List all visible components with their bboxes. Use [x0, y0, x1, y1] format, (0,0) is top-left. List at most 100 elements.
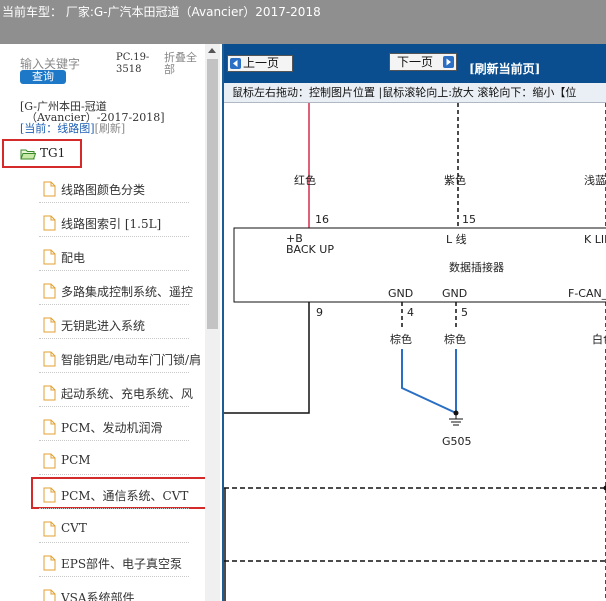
viewer-toolbar: 上一页 下一页 [刷新当前页]	[224, 44, 606, 83]
wiring-diagram[interactable]: 红色 紫色 浅蓝 16 15 +B BACK UP L 线 K LIN 数据插接…	[224, 103, 606, 601]
divider	[39, 406, 189, 407]
pin-5: 5	[461, 306, 468, 319]
prev-page-button[interactable]: 上一页	[227, 55, 293, 72]
divider	[39, 372, 189, 373]
search-row: 输入关键字 查询 PC.19-3518 折叠全部	[0, 44, 205, 94]
tree-item[interactable]: 无钥匙进入系统	[43, 315, 208, 335]
arrow-right-icon	[443, 56, 454, 68]
collapse-all-link[interactable]: 折叠全部	[164, 52, 204, 76]
tree-item-label: 无钥匙进入系统	[61, 319, 146, 333]
sidebar-scrollbar[interactable]	[205, 44, 220, 601]
vehicle-line-3: [当前：线路图][刷新]	[20, 123, 205, 134]
next-page-button[interactable]: 下一页	[389, 53, 457, 71]
tree-root-tg1[interactable]: TG1	[2, 139, 82, 168]
tree-item-selected[interactable]: PCM、通信系统、CVT	[43, 485, 208, 505]
tree-item-label: VSA系统部件	[61, 591, 135, 601]
divider	[39, 576, 189, 577]
tree-item[interactable]: VSA系统部件	[43, 587, 208, 601]
tree-root-label: TG1	[40, 146, 66, 160]
ground-label: G505	[442, 435, 472, 448]
tree-item-label: 配电	[61, 251, 86, 265]
divider	[39, 508, 189, 509]
refresh-link[interactable]: [刷新]	[95, 122, 126, 135]
tree-item-label: PCM、通信系统、CVT	[61, 489, 189, 503]
document-icon	[43, 385, 56, 401]
label-fcan: F-CAN_	[568, 287, 606, 300]
vehicle-title: 当前车型： 厂家:G-广汽本田冠道（Avancier）2017-2018	[2, 5, 321, 19]
refresh-page-link[interactable]: [刷新当前页]	[469, 60, 540, 77]
pin-16: 16	[315, 213, 329, 226]
wire-color-white: 白色	[592, 332, 606, 346]
label-l-line: L 线	[446, 232, 467, 246]
document-icon	[43, 215, 56, 231]
scroll-up-arrow-icon[interactable]	[208, 48, 216, 53]
tree-item[interactable]: PCM	[43, 451, 208, 471]
document-icon	[43, 351, 56, 367]
tree-item-label: 智能钥匙/电动车门门锁/肩	[61, 353, 202, 367]
label-backup: BACK UP	[286, 243, 334, 256]
pc-code: PC.19-3518	[116, 52, 150, 75]
pin-15: 15	[462, 213, 476, 226]
wire-color-purple: 紫色	[444, 173, 466, 187]
tree-item[interactable]: 线路图索引 [1.5L]	[43, 213, 208, 233]
document-icon	[43, 249, 56, 265]
scrollbar-thumb[interactable]	[207, 59, 218, 329]
pin-4: 4	[407, 306, 414, 319]
pin-9: 9	[316, 306, 323, 319]
wire-color-red: 红色	[294, 173, 316, 187]
tree-item-label: 线路图索引 [1.5L]	[61, 217, 162, 231]
wire-color-brown-1: 棕色	[390, 332, 412, 346]
document-icon	[43, 589, 56, 601]
divider	[39, 440, 189, 441]
sidebar: 输入关键字 查询 PC.19-3518 折叠全部 [G-广州本田-冠道 （Ava…	[0, 44, 222, 601]
divider	[39, 474, 189, 475]
label-gnd-1: GND	[388, 287, 413, 300]
label-gnd-2: GND	[442, 287, 467, 300]
tree-item-label: 线路图颜色分类	[61, 183, 146, 197]
document-icon	[43, 521, 56, 537]
diagram-viewer: 上一页 下一页 [刷新当前页] 鼠标左右拖动：控制图片位置 |鼠标滚轮向上:放大…	[222, 44, 606, 601]
tree-item-label: EPS部件、电子真空泵	[61, 557, 183, 571]
arrow-left-icon	[230, 58, 241, 69]
folder-open-icon	[20, 149, 36, 160]
divider	[39, 236, 189, 237]
divider	[39, 270, 189, 271]
usage-hint: 鼠标左右拖动：控制图片位置 |鼠标滚轮向上:放大 滚轮向下：缩小【位	[224, 83, 606, 103]
tree-item[interactable]: 线路图颜色分类	[43, 179, 208, 199]
wire-pin-9	[224, 302, 310, 414]
tree-item-label: 起动系统、充电系统、风	[61, 387, 194, 401]
title-bar: 当前车型： 厂家:G-广汽本田冠道（Avancier）2017-2018	[0, 0, 606, 44]
query-button[interactable]: 查询	[20, 70, 66, 84]
connector-name: 数据插接器	[449, 260, 504, 274]
divider	[39, 338, 189, 339]
wire-color-lightblue: 浅蓝	[584, 174, 606, 187]
divider	[39, 202, 189, 203]
label-k-line: K LIN	[584, 233, 606, 246]
divider	[39, 304, 189, 305]
blue-wire-brown-1	[401, 349, 457, 414]
vehicle-info: [G-广州本田-冠道 （Avancier）-2017-2018] [当前：线路图…	[20, 101, 205, 134]
document-icon	[43, 453, 56, 469]
tree-item[interactable]: 智能钥匙/电动车门门锁/肩	[43, 349, 208, 369]
tree-item[interactable]: CVT	[43, 519, 208, 539]
tree-item-label: PCM、发动机润滑	[61, 421, 163, 435]
tree-item[interactable]: 配电	[43, 247, 208, 267]
document-icon	[43, 487, 56, 503]
divider	[39, 542, 189, 543]
tree-item[interactable]: 起动系统、充电系统、风	[43, 383, 208, 403]
next-page-label: 下一页	[397, 55, 434, 69]
tree-item[interactable]: EPS部件、电子真空泵	[43, 553, 208, 573]
document-icon	[43, 419, 56, 435]
document-icon	[43, 181, 56, 197]
prev-page-label: 上一页	[243, 56, 280, 70]
tree-item-label: CVT	[61, 521, 87, 535]
wire-color-brown-2: 棕色	[444, 332, 466, 346]
document-icon	[43, 283, 56, 299]
current-link[interactable]: [当前：线路图]	[20, 122, 95, 135]
document-icon	[43, 555, 56, 571]
tree-item-label: 多路集成控制系统、遥控	[61, 285, 194, 299]
tree-item-label: PCM	[61, 453, 91, 467]
tree-item[interactable]: PCM、发动机润滑	[43, 417, 208, 437]
tree-item[interactable]: 多路集成控制系统、遥控	[43, 281, 208, 301]
document-icon	[43, 317, 56, 333]
